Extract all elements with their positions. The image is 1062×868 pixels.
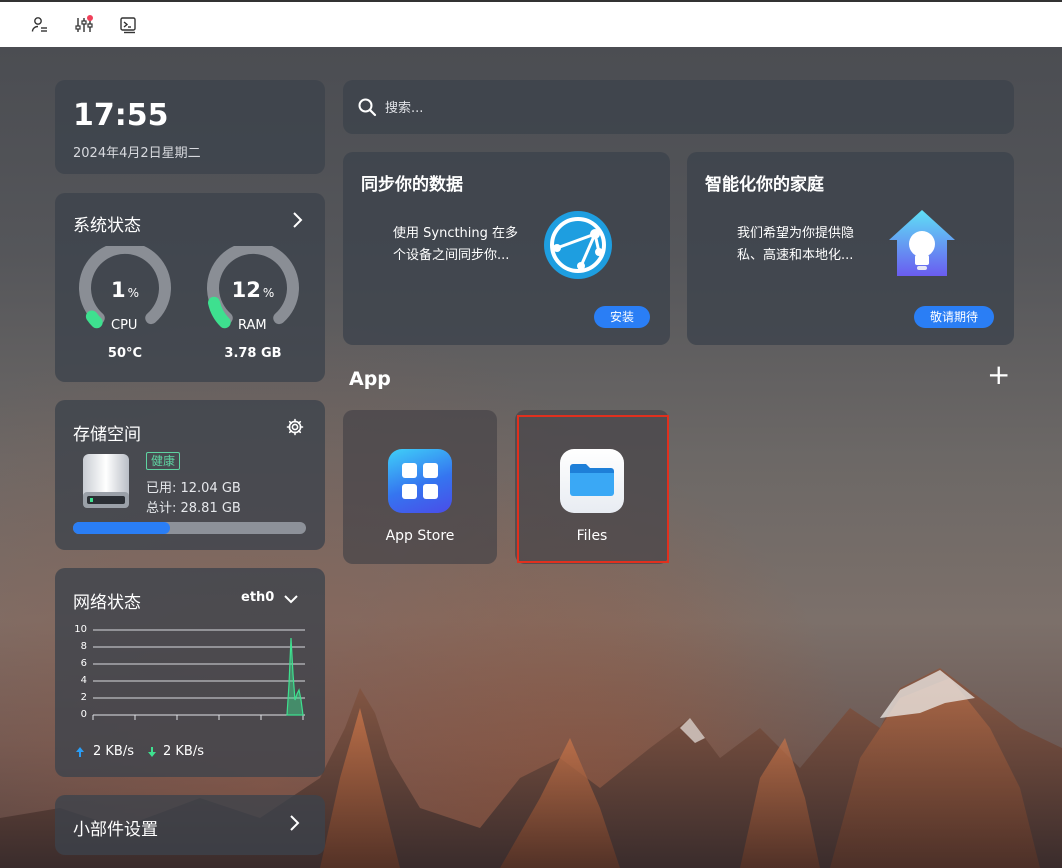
interface-select[interactable]: eth0 xyxy=(241,590,274,605)
cpu-temperature: 50°C xyxy=(107,346,143,361)
storage-total: 总计: 28.81 GB xyxy=(146,501,241,516)
desktop-background: 17:55 2024年4月2日星期二 系统状态 1% CPU 50°C 12% … xyxy=(0,47,1062,868)
install-button[interactable]: 安装 xyxy=(594,306,650,328)
network-chart xyxy=(92,629,305,720)
chevron-right-icon[interactable] xyxy=(291,211,305,233)
system-status-title: 系统状态 xyxy=(73,216,141,236)
health-badge: 健康 xyxy=(146,452,181,470)
search-input[interactable] xyxy=(383,96,987,120)
files-label: Files xyxy=(576,528,608,544)
sliders-icon[interactable] xyxy=(74,15,94,35)
cpu-value: 1 xyxy=(110,278,126,302)
folder-icon xyxy=(560,449,624,513)
coming-soon-button[interactable]: 敬请期待 xyxy=(914,306,994,328)
app-store-label: App Store xyxy=(385,528,455,544)
sync-promo-text: 使用 Syncthing 在多个设备之间同步你... xyxy=(393,226,519,263)
search-bar[interactable] xyxy=(343,80,1014,134)
app-tile-files[interactable]: Files xyxy=(515,410,669,564)
y-tick: 4 xyxy=(80,675,87,686)
smart-home-promo-card: 智能化你的家庭 我们希望为你提供隐私、高速和本地化... 敬请期待 xyxy=(687,152,1014,345)
smart-home-bulb-icon xyxy=(885,206,959,284)
chevron-down-icon[interactable] xyxy=(283,590,299,609)
widget-settings[interactable]: 小部件设置 xyxy=(55,795,325,855)
y-tick: 2 xyxy=(80,692,87,703)
cpu-gauge: 1% CPU 50°C xyxy=(77,241,173,361)
storage-widget: 存储空间 健康 已用: 12.04 GB 总计: 28.81 GB xyxy=(55,400,325,550)
y-tick: 6 xyxy=(80,658,87,669)
app-store-icon xyxy=(388,449,452,513)
app-tile-app-store[interactable]: App Store xyxy=(343,410,497,564)
upload-arrow-icon xyxy=(75,743,85,762)
y-tick: 0 xyxy=(80,709,87,720)
smart-home-promo-text: 我们希望为你提供隐私、高速和本地化... xyxy=(737,226,855,263)
network-title: 网络状态 xyxy=(73,593,141,613)
ram-unit: % xyxy=(262,286,275,300)
smart-home-promo-title: 智能化你的家庭 xyxy=(705,175,824,195)
cpu-label: CPU xyxy=(111,318,138,333)
clock-time: 17:55 xyxy=(73,98,169,133)
widget-settings-title: 小部件设置 xyxy=(73,820,158,840)
upload-speed: 2 KB/s xyxy=(93,744,134,759)
cpu-unit: % xyxy=(127,286,140,300)
storage-progress-bar xyxy=(73,522,306,534)
y-tick: 8 xyxy=(80,641,87,652)
ram-gauge: 12% RAM 3.78 GB xyxy=(205,241,301,361)
clock-date: 2024年4月2日星期二 xyxy=(73,146,201,161)
download-arrow-icon xyxy=(147,743,157,762)
ram-label: RAM xyxy=(238,318,267,333)
gear-icon[interactable] xyxy=(286,418,304,440)
chevron-right-icon[interactable] xyxy=(288,814,302,836)
network-widget: 网络状态 eth0 10 8 6 4 2 0 2 KB/s 2 KB/s xyxy=(55,568,325,777)
clock-widget: 17:55 2024年4月2日星期二 xyxy=(55,80,325,174)
storage-used: 已用: 12.04 GB xyxy=(146,481,241,496)
apps-section-title: App xyxy=(349,368,391,390)
terminal-icon[interactable] xyxy=(118,15,138,35)
sync-promo-title: 同步你的数据 xyxy=(361,175,463,195)
ram-value: 12 xyxy=(231,278,261,302)
add-app-icon[interactable]: + xyxy=(987,360,1010,390)
disk-icon xyxy=(81,452,131,514)
storage-title: 存储空间 xyxy=(73,425,141,445)
syncthing-logo-icon xyxy=(543,210,613,284)
search-icon xyxy=(357,97,377,121)
user-list-icon[interactable] xyxy=(30,15,50,35)
ram-used: 3.78 GB xyxy=(224,346,282,361)
sync-promo-card: 同步你的数据 使用 Syncthing 在多个设备之间同步你... 安装 xyxy=(343,152,670,345)
system-status-widget[interactable]: 系统状态 1% CPU 50°C 12% RAM 3.78 GB xyxy=(55,193,325,382)
network-traffic-area xyxy=(286,637,304,716)
storage-progress-fill xyxy=(73,522,171,534)
y-tick: 10 xyxy=(74,624,87,635)
top-toolbar xyxy=(0,0,1062,47)
download-speed: 2 KB/s xyxy=(163,744,204,759)
